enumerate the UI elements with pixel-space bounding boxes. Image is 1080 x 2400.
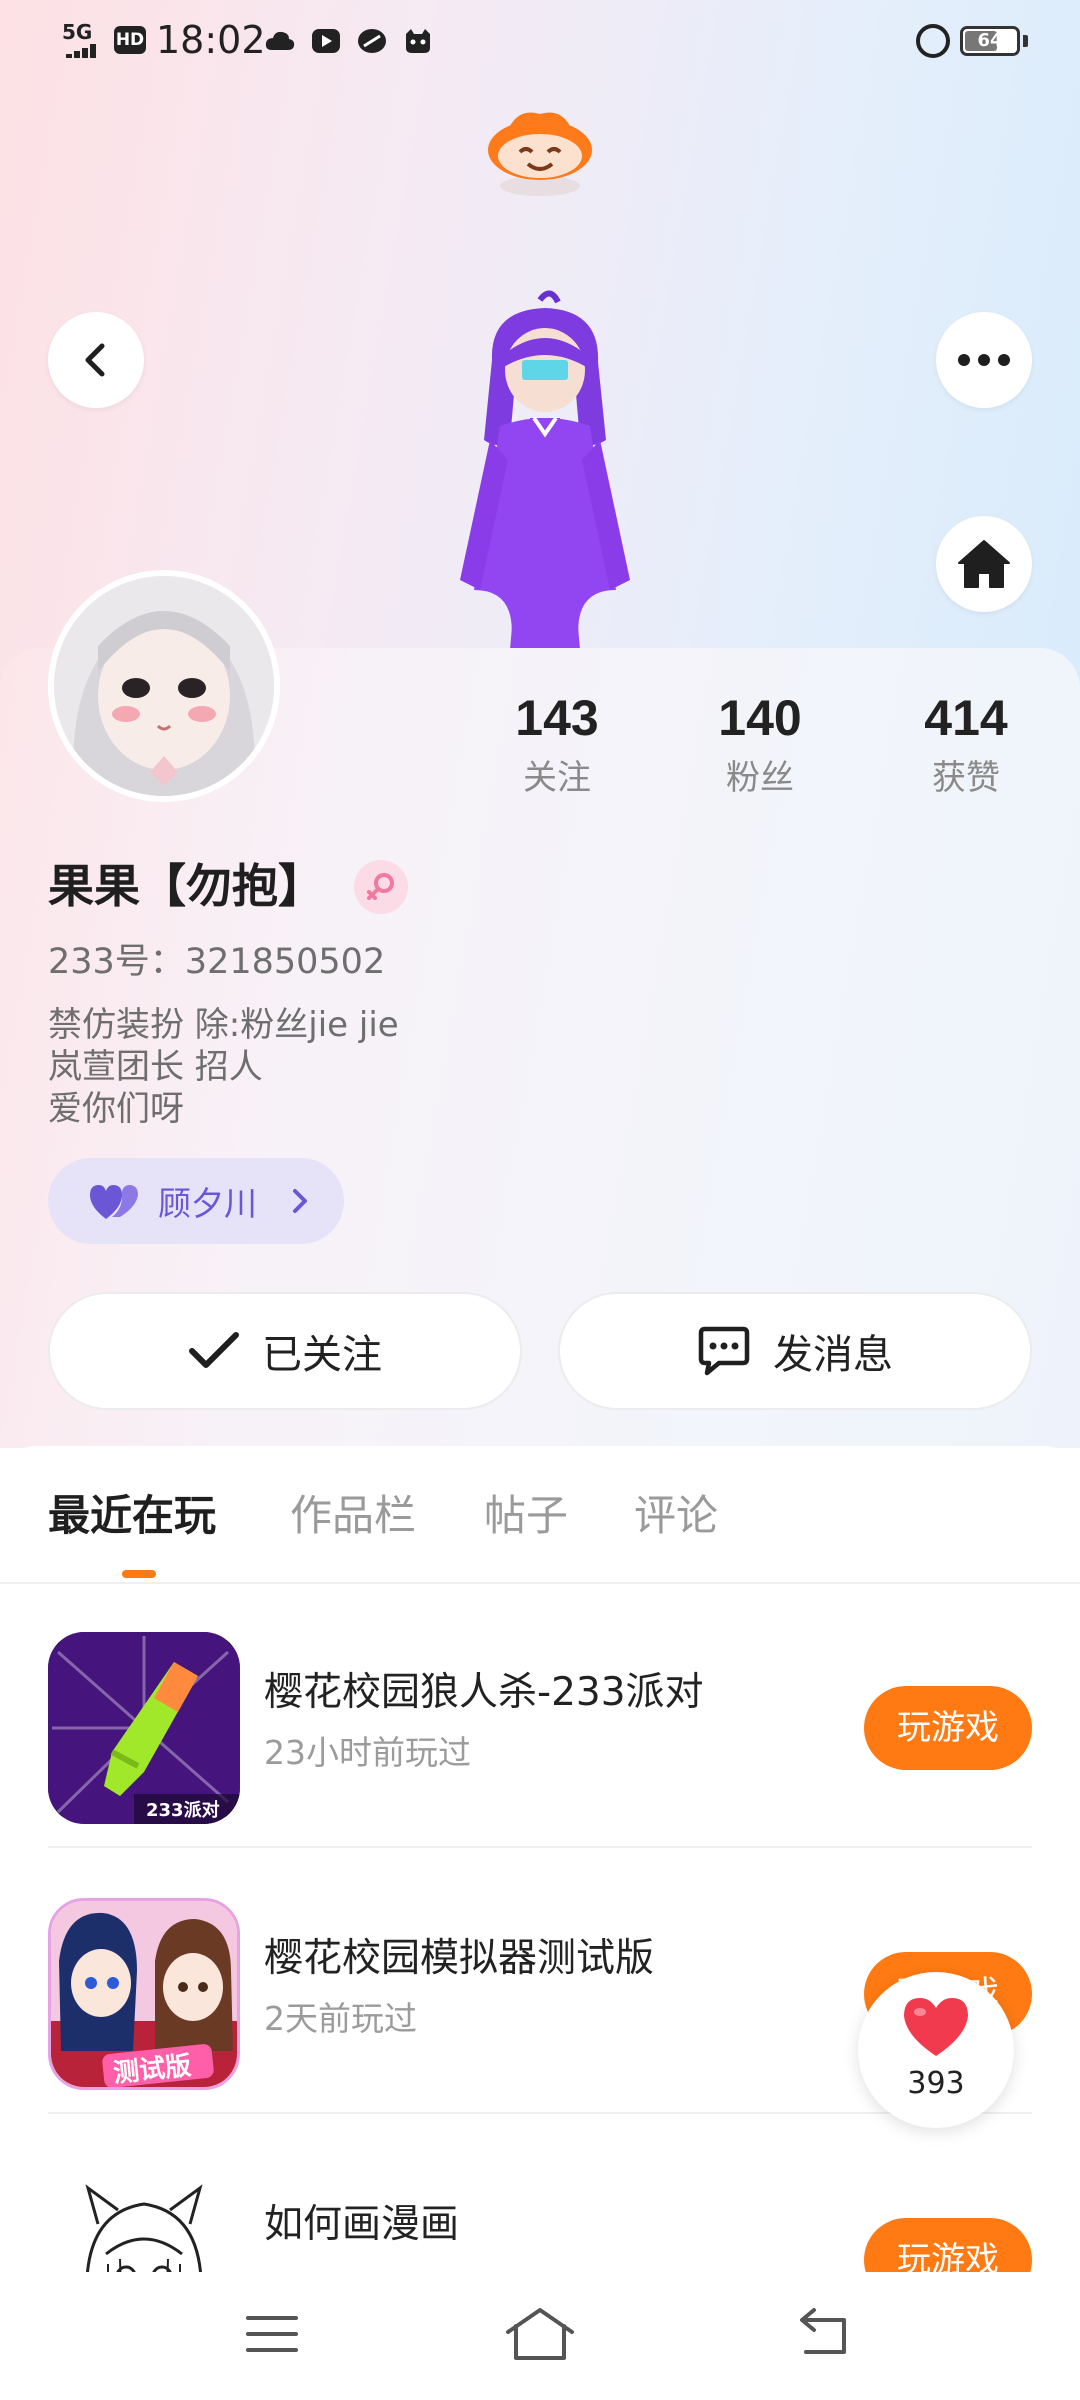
following-button[interactable]: 已关注: [48, 1292, 522, 1410]
tab-posts[interactable]: 帖子: [484, 1488, 568, 1544]
home-nav-icon[interactable]: [504, 2302, 576, 2366]
video-app-icon: [312, 29, 340, 53]
cloud-icon: [265, 31, 295, 50]
cat-app-icon: [406, 29, 430, 53]
stat-value: 140: [718, 690, 802, 746]
tab-recently-played[interactable]: 最近在玩: [48, 1488, 216, 1544]
tab-works[interactable]: 作品栏: [290, 1488, 416, 1544]
chat-bubble-icon: [698, 1326, 750, 1376]
list-item[interactable]: 如何画漫画 玩游戏: [0, 2116, 1080, 2272]
play-game-button[interactable]: 玩游戏: [864, 1686, 1032, 1770]
alarm-icon: [916, 24, 950, 58]
stat-label: 粉丝: [726, 758, 794, 798]
play-game-button[interactable]: 玩游戏: [864, 2218, 1032, 2272]
bio-line: 岚萱团长 招人: [48, 1047, 263, 1087]
divider: [48, 1846, 1032, 1848]
home-button[interactable]: [936, 516, 1032, 612]
more-dots-icon: [958, 354, 1010, 366]
avatar[interactable]: [48, 570, 280, 802]
system-navigation-bar: [0, 2272, 1080, 2400]
more-options-button[interactable]: [936, 312, 1032, 408]
chevron-left-icon: [85, 343, 105, 377]
stat-value: 414: [924, 690, 1008, 746]
hd-icon: HD: [114, 26, 146, 54]
game-badge: 233派对: [146, 1800, 220, 1821]
stat-following[interactable]: 143 关注: [467, 688, 647, 800]
divider: [48, 2112, 1032, 2114]
app-notification-icon: [358, 29, 386, 53]
stat-fans[interactable]: 140 粉丝: [670, 688, 850, 800]
last-played: 23小时前玩过: [264, 1733, 471, 1772]
menu-icon[interactable]: [240, 2302, 304, 2366]
send-message-button[interactable]: 发消息: [558, 1292, 1032, 1410]
game-title: 樱花校园模拟器测试版: [264, 1936, 655, 1981]
bio-line: 爱你们呀: [48, 1089, 184, 1129]
app-mascot-logo: [488, 112, 592, 196]
stat-label: 关注: [523, 758, 591, 798]
game-icon: 测试版: [48, 1898, 240, 2090]
last-played: 2天前玩过: [264, 1999, 417, 2038]
battery-level: 64: [977, 30, 1003, 51]
following-label: 已关注: [262, 1332, 382, 1378]
send-message-label: 发消息: [773, 1332, 893, 1378]
game-title: 樱花校园狼人杀-233派对: [264, 1670, 704, 1715]
battery-tip: [1023, 35, 1028, 47]
stat-value: 143: [515, 690, 599, 746]
stat-label: 获赞: [932, 758, 1000, 798]
female-gender-icon: [354, 860, 408, 914]
battery-icon: 64: [960, 26, 1020, 56]
home-icon: [958, 540, 1010, 588]
double-heart-icon: [90, 1185, 138, 1219]
tab-comments[interactable]: 评论: [634, 1488, 718, 1544]
signal-icon: [66, 44, 104, 58]
friend-name: 顾夕川: [158, 1184, 257, 1223]
username: 果果【勿抱】: [48, 859, 324, 913]
chevron-right-icon: [293, 1189, 307, 1213]
back-button[interactable]: [48, 312, 144, 408]
game-title: 如何画漫画: [264, 2202, 460, 2247]
tab-indicator: [122, 1570, 156, 1578]
check-icon: [189, 1332, 239, 1368]
heart-icon: [904, 1998, 968, 2056]
stat-likes[interactable]: 414 获赞: [876, 688, 1056, 800]
like-count: 393: [907, 2066, 965, 2101]
game-icon: [48, 2164, 240, 2272]
game-icon: 233派对: [48, 1632, 240, 1824]
bio: 禁仿装扮 除:粉丝jie jie 岚萱团长 招人 爱你们呀: [48, 1004, 399, 1130]
list-item[interactable]: 233派对 樱花校园狼人杀-233派对 23小时前玩过 玩游戏: [0, 1584, 1080, 1848]
network-type: 5G: [62, 20, 93, 44]
close-friend-pill[interactable]: 顾夕川: [48, 1158, 344, 1244]
back-nav-icon[interactable]: [792, 2302, 856, 2366]
bio-line: 禁仿装扮 除:粉丝jie jie: [48, 1005, 399, 1045]
avatar-3d-figure: [460, 290, 630, 650]
status-bar: 5G HD 18:02 64: [0, 0, 1080, 80]
like-fab[interactable]: 393: [858, 1972, 1014, 2128]
user-id: 233号：321850502: [48, 942, 386, 982]
clock: 18:02: [156, 18, 266, 62]
